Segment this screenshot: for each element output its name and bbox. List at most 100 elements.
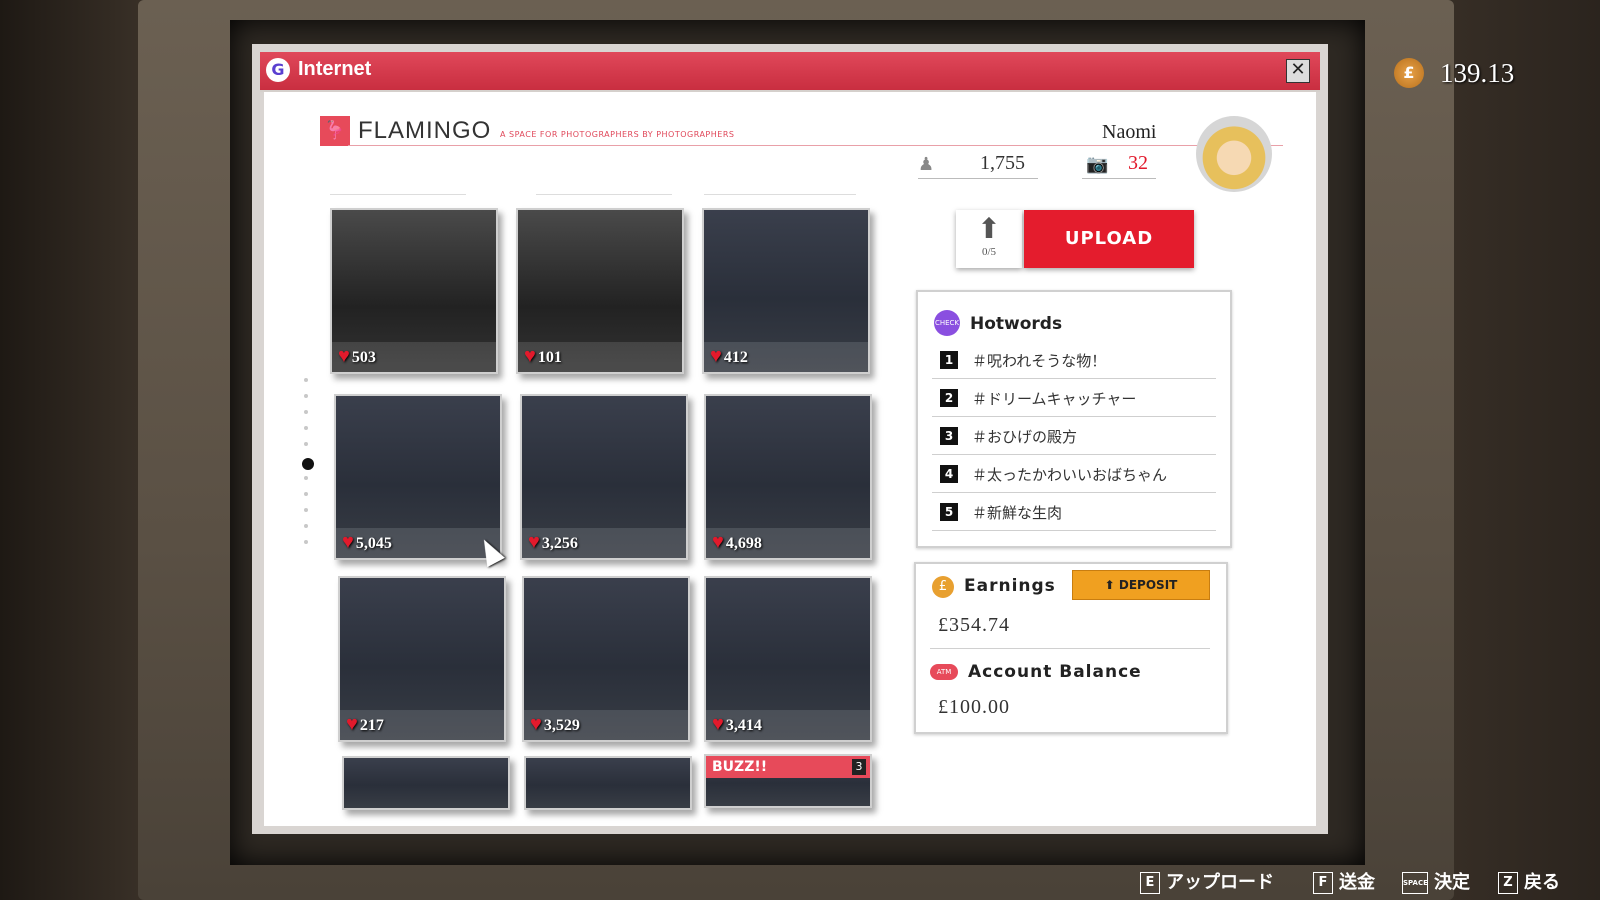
- like-count: ♥ 3,414: [712, 713, 762, 736]
- header-divider: [348, 145, 1283, 146]
- key-space: SPACE: [1402, 872, 1428, 894]
- deposit-button[interactable]: ⬆ DEPOSIT: [1072, 570, 1210, 600]
- panel-divider: [930, 648, 1210, 649]
- username: Naomi: [1102, 121, 1157, 143]
- hotword-item[interactable]: 3 ＃おひげの殿方: [932, 418, 1216, 455]
- follower-icon: ♟: [918, 154, 935, 175]
- account-balance-title: Account Balance: [968, 662, 1142, 682]
- wallet-balance: 139.13: [1440, 58, 1515, 88]
- hotword-rank: 4: [940, 465, 958, 483]
- photo-thumbnail[interactable]: [524, 756, 692, 810]
- like-count: ♥ 101: [524, 345, 562, 368]
- deposit-icon: ⬆: [1104, 578, 1119, 592]
- hint-send: F 送金: [1313, 868, 1375, 894]
- hint-label: 戻る: [1524, 872, 1560, 893]
- hint-label: 決定: [1434, 872, 1470, 893]
- pager-dot[interactable]: [304, 426, 308, 430]
- hint-label: 送金: [1339, 872, 1375, 893]
- hotword-rank: 3: [940, 427, 958, 445]
- follower-count: 1,755: [980, 152, 1025, 174]
- avatar[interactable]: [1196, 116, 1272, 192]
- heart-icon: ♥: [528, 531, 540, 553]
- heart-icon: ♥: [338, 345, 350, 367]
- photo-thumbnail[interactable]: ♥ 412: [702, 208, 870, 374]
- like-count-value: 3,256: [541, 535, 578, 552]
- hint-back: Z 戻る: [1498, 868, 1560, 894]
- pager-dot[interactable]: [304, 508, 308, 512]
- heart-icon: ♥: [524, 345, 536, 367]
- photo-thumbnail[interactable]: ♥ 3,529: [522, 576, 690, 742]
- tab-indicator: [536, 194, 672, 195]
- like-count-value: 412: [723, 349, 748, 366]
- like-count: ♥ 503: [338, 345, 376, 368]
- pager-dot[interactable]: [304, 410, 308, 414]
- hotword-item[interactable]: 1 ＃呪われそうな物！: [932, 342, 1216, 379]
- photo-thumbnail[interactable]: ♥ 503: [330, 208, 498, 374]
- pager-dot-active[interactable]: [302, 458, 314, 470]
- hotword-text: ＃太ったかわいいおばちゃん: [972, 466, 1168, 484]
- like-count: ♥ 5,045: [342, 531, 392, 554]
- pager-dot[interactable]: [304, 476, 308, 480]
- photo-thumbnail[interactable]: ♥ 3,256: [520, 394, 688, 560]
- tab-indicator: [704, 194, 856, 195]
- like-count: ♥ 4,698: [712, 531, 762, 554]
- hint-confirm: SPACE 決定: [1402, 868, 1470, 894]
- heart-icon: ♥: [712, 531, 724, 553]
- flamingo-page: 🦩 FLAMINGO A SPACE FOR PHOTOGRAPHERS BY …: [264, 92, 1316, 826]
- pager-dot[interactable]: [304, 492, 308, 496]
- hint-label: アップロード: [1166, 872, 1274, 893]
- buzz-banner: BUZZ!!: [706, 756, 870, 778]
- photo-thumbnail[interactable]: ♥ 217: [338, 576, 506, 742]
- hotword-item[interactable]: 5 ＃新鮮な生肉: [932, 494, 1216, 531]
- deposit-label: DEPOSIT: [1118, 578, 1178, 592]
- like-count-value: 217: [359, 717, 384, 734]
- pager-dot[interactable]: [304, 540, 308, 544]
- pager-dot[interactable]: [304, 378, 308, 382]
- hotwords-title: Hotwords: [970, 314, 1063, 334]
- close-button[interactable]: ✕: [1286, 59, 1310, 83]
- like-count: ♥ 217: [346, 713, 384, 736]
- upload-count: 0/5: [981, 246, 997, 258]
- flamingo-icon: 🦩: [320, 116, 350, 146]
- photo-count: 32: [1128, 152, 1148, 174]
- heart-icon: ♥: [342, 531, 354, 553]
- photo-thumbnail[interactable]: ♥ 4,698: [704, 394, 872, 560]
- key-e: E: [1140, 872, 1160, 894]
- atm-icon: ATM: [930, 664, 958, 680]
- site-name: FLAMINGO: [358, 117, 492, 144]
- upload-slot[interactable]: ⬆ 0/5: [956, 210, 1022, 268]
- check-badge-icon: CHECK: [934, 310, 960, 336]
- photo-thumbnail-buzz[interactable]: BUZZ!! 3: [704, 754, 872, 808]
- hotword-text: ＃おひげの殿方: [972, 428, 1078, 446]
- earnings-title: Earnings: [964, 576, 1056, 596]
- photo-thumbnail[interactable]: ♥ 101: [516, 208, 684, 374]
- hotword-text: ＃ドリームキャッチャー: [972, 390, 1137, 408]
- like-count-value: 101: [537, 349, 562, 366]
- upload-icon: ⬆: [977, 212, 1001, 245]
- camera-icon: 📷: [1086, 154, 1109, 175]
- hotword-item[interactable]: 4 ＃太ったかわいいおばちゃん: [932, 456, 1216, 493]
- upload-button[interactable]: UPLOAD: [1024, 210, 1194, 268]
- like-count-value: 4,698: [725, 535, 762, 552]
- photo-thumbnail[interactable]: ♥ 5,045: [334, 394, 502, 560]
- window-title: Internet: [298, 58, 372, 80]
- key-f: F: [1313, 872, 1333, 894]
- heart-icon: ♥: [712, 713, 724, 735]
- pager-dot[interactable]: [304, 394, 308, 398]
- like-count-value: 3,529: [543, 717, 580, 734]
- pager-dot[interactable]: [304, 442, 308, 446]
- key-z: Z: [1498, 872, 1518, 894]
- photo-thumbnail[interactable]: [342, 756, 510, 810]
- pound-coin-icon: £: [1394, 58, 1424, 88]
- browser-icon: G: [266, 58, 290, 82]
- site-tagline: A SPACE FOR PHOTOGRAPHERS BY PHOTOGRAPHE…: [500, 130, 735, 139]
- photo-thumbnail[interactable]: ♥ 3,414: [704, 576, 872, 742]
- like-count-value: 3,414: [725, 717, 762, 734]
- pager-dot[interactable]: [304, 524, 308, 528]
- pound-coin-icon: £: [932, 576, 954, 598]
- hotword-item[interactable]: 2 ＃ドリームキャッチャー: [932, 380, 1216, 417]
- hotword-rank: 5: [940, 503, 958, 521]
- hotword-rank: 2: [940, 389, 958, 407]
- hotword-text: ＃新鮮な生肉: [972, 504, 1063, 522]
- earnings-panel: £ Earnings ⬆ DEPOSIT £354.74 ATM Account…: [914, 562, 1228, 734]
